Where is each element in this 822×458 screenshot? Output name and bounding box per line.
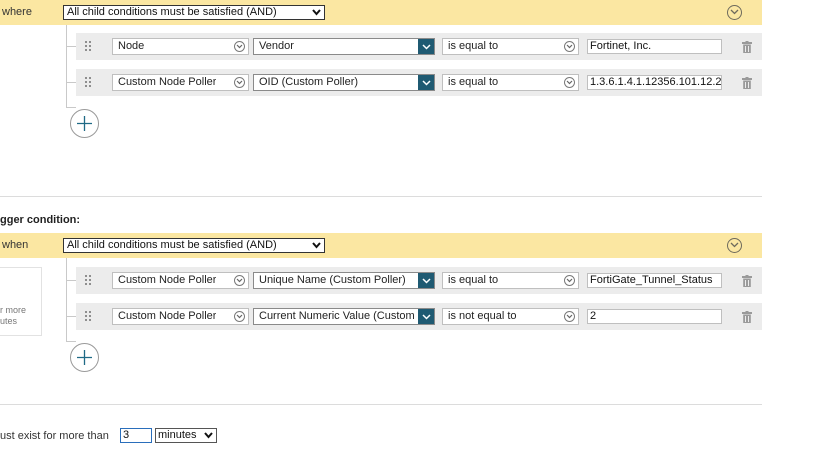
trash-icon[interactable]: [742, 77, 752, 89]
duration-input[interactable]: 3: [120, 428, 152, 443]
trash-icon[interactable]: [742, 311, 752, 323]
condition-row: Node Vendor is equal to Fortinet, Inc.: [76, 33, 762, 60]
condition-row: Custom Node Poller Current Numeric Value…: [76, 303, 762, 330]
chevron-down-icon: [418, 273, 434, 288]
drag-handle-icon[interactable]: [85, 311, 93, 322]
side-panel: r more utes: [0, 267, 42, 336]
group-logic-select[interactable]: All child conditions must be satisfied (…: [63, 238, 325, 253]
chevron-down-icon: [564, 41, 575, 52]
chevron-down-icon: [564, 275, 575, 286]
object-value: Custom Node Poller: [118, 76, 217, 88]
plus-icon: [77, 350, 92, 365]
object-value: Custom Node Poller: [118, 310, 217, 322]
chevron-down-icon: [564, 77, 575, 88]
section-divider: [0, 404, 762, 405]
field-select[interactable]: OID (Custom Poller): [253, 74, 435, 91]
plus-icon: [77, 116, 92, 131]
condition-row: Custom Node Poller OID (Custom Poller) i…: [76, 69, 762, 96]
chevron-down-icon: [234, 77, 245, 88]
section-title: gger condition:: [0, 214, 81, 226]
side-note-line: r more: [0, 305, 27, 315]
tree-connector: [66, 341, 76, 342]
side-note-line: utes: [0, 316, 18, 326]
condition-group-header: when All child conditions must be satisf…: [0, 233, 762, 258]
chevron-down-icon: [730, 9, 739, 15]
tree-connector: [66, 258, 67, 342]
field-value: Unique Name (Custom Poller): [259, 274, 406, 286]
drag-handle-icon[interactable]: [85, 77, 93, 88]
group-label: when: [2, 239, 29, 251]
chevron-down-icon: [418, 309, 434, 324]
object-select[interactable]: Node: [112, 38, 249, 55]
chevron-down-icon: [418, 39, 434, 54]
operator-select[interactable]: is equal to: [442, 38, 579, 55]
operator-value: is equal to: [448, 274, 499, 286]
operator-value: is not equal to: [448, 310, 517, 322]
chevron-down-icon: [234, 311, 245, 322]
object-value: Custom Node Poller: [118, 274, 217, 286]
chevron-down-icon: [730, 242, 739, 248]
chevron-down-icon: [418, 75, 434, 90]
group-logic-value: All child conditions must be satisfied (…: [67, 6, 277, 18]
tree-connector: [66, 46, 76, 47]
add-condition-button[interactable]: [70, 109, 99, 138]
tree-connector: [66, 82, 76, 83]
value-input[interactable]: 1.3.6.1.4.1.12356.101.12.2.: [587, 75, 722, 90]
chevron-down-icon: [234, 41, 245, 52]
tree-connector: [66, 107, 76, 108]
trash-icon[interactable]: [742, 41, 752, 53]
object-value: Node: [118, 40, 145, 52]
field-value: Current Numeric Value (Custom Poller): [259, 310, 416, 322]
collapse-group-button[interactable]: [727, 238, 742, 253]
field-value: OID (Custom Poller): [259, 76, 359, 88]
field-value: Vendor: [259, 40, 294, 52]
value-input[interactable]: Fortinet, Inc.: [587, 39, 722, 54]
trash-icon[interactable]: [742, 275, 752, 287]
field-select[interactable]: Vendor: [253, 38, 435, 55]
tree-connector: [66, 280, 76, 281]
object-select[interactable]: Custom Node Poller: [112, 272, 249, 289]
condition-row: Custom Node Poller Unique Name (Custom P…: [76, 267, 762, 294]
operator-value: is equal to: [448, 76, 499, 88]
drag-handle-icon[interactable]: [85, 41, 93, 52]
section-divider: [0, 196, 762, 197]
duration-unit-value: minutes: [158, 429, 197, 441]
group-label: where: [2, 6, 32, 18]
operator-value: is equal to: [448, 40, 499, 52]
chevron-down-icon: [564, 311, 575, 322]
tree-connector: [66, 25, 67, 108]
field-select[interactable]: Unique Name (Custom Poller): [253, 272, 435, 289]
chevron-down-icon: [312, 9, 321, 16]
value-input[interactable]: FortiGate_Tunnel_Status: [587, 273, 722, 288]
operator-select[interactable]: is equal to: [442, 272, 579, 289]
object-select[interactable]: Custom Node Poller: [112, 74, 249, 91]
chevron-down-icon: [312, 242, 321, 249]
condition-group-header: where All child conditions must be satis…: [0, 0, 762, 25]
operator-select[interactable]: is equal to: [442, 74, 579, 91]
add-condition-button[interactable]: [70, 343, 99, 372]
object-select[interactable]: Custom Node Poller: [112, 308, 249, 325]
field-select[interactable]: Current Numeric Value (Custom Poller): [253, 308, 435, 325]
value-input[interactable]: 2: [587, 309, 722, 324]
collapse-group-button[interactable]: [727, 5, 742, 20]
tree-connector: [66, 316, 76, 317]
operator-select[interactable]: is not equal to: [442, 308, 579, 325]
chevron-down-icon: [204, 432, 213, 439]
drag-handle-icon[interactable]: [85, 275, 93, 286]
duration-unit-select[interactable]: minutes: [155, 428, 217, 443]
duration-label: ust exist for more than: [0, 430, 109, 442]
chevron-down-icon: [234, 275, 245, 286]
group-logic-select[interactable]: All child conditions must be satisfied (…: [63, 5, 325, 20]
group-logic-value: All child conditions must be satisfied (…: [67, 239, 277, 251]
